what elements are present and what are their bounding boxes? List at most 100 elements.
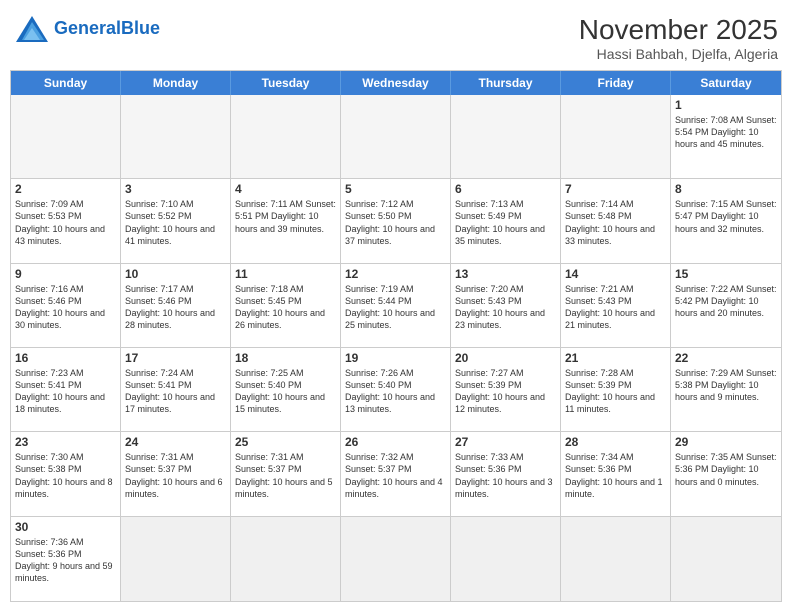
- logo-blue: Blue: [121, 18, 160, 38]
- day-cell-25: 25Sunrise: 7:31 AM Sunset: 5:37 PM Dayli…: [231, 432, 341, 515]
- day-cell-9: 9Sunrise: 7:16 AM Sunset: 5:46 PM Daylig…: [11, 264, 121, 347]
- day-number: 29: [675, 435, 777, 449]
- day-info: Sunrise: 7:15 AM Sunset: 5:47 PM Dayligh…: [675, 198, 777, 234]
- day-info: Sunrise: 7:31 AM Sunset: 5:37 PM Dayligh…: [235, 451, 336, 500]
- day-info: Sunrise: 7:13 AM Sunset: 5:49 PM Dayligh…: [455, 198, 556, 247]
- day-cell-empty: [121, 517, 231, 601]
- day-info: Sunrise: 7:25 AM Sunset: 5:40 PM Dayligh…: [235, 367, 336, 416]
- day-header-tuesday: Tuesday: [231, 71, 341, 95]
- day-cell-empty: [11, 95, 121, 178]
- day-info: Sunrise: 7:28 AM Sunset: 5:39 PM Dayligh…: [565, 367, 666, 416]
- day-info: Sunrise: 7:30 AM Sunset: 5:38 PM Dayligh…: [15, 451, 116, 500]
- day-info: Sunrise: 7:12 AM Sunset: 5:50 PM Dayligh…: [345, 198, 446, 247]
- day-number: 1: [675, 98, 777, 112]
- day-info: Sunrise: 7:20 AM Sunset: 5:43 PM Dayligh…: [455, 283, 556, 332]
- day-info: Sunrise: 7:32 AM Sunset: 5:37 PM Dayligh…: [345, 451, 446, 500]
- day-number: 17: [125, 351, 226, 365]
- day-info: Sunrise: 7:36 AM Sunset: 5:36 PM Dayligh…: [15, 536, 116, 585]
- day-info: Sunrise: 7:34 AM Sunset: 5:36 PM Dayligh…: [565, 451, 666, 500]
- day-info: Sunrise: 7:24 AM Sunset: 5:41 PM Dayligh…: [125, 367, 226, 416]
- day-number: 13: [455, 267, 556, 281]
- day-cell-empty: [121, 95, 231, 178]
- day-cell-19: 19 Sunrise: 7:26 AM Sunset: 5:40 PM Dayli…: [341, 348, 451, 431]
- month-title: November 2025: [579, 14, 778, 46]
- day-info: Sunrise: 7:11 AM Sunset: 5:51 PM Dayligh…: [235, 198, 336, 234]
- day-cell-empty: [341, 95, 451, 178]
- header: GeneralBlue November 2025 Hassi Bahbah, …: [10, 10, 782, 62]
- day-info: Sunrise: 7:08 AM Sunset: 5:54 PM Dayligh…: [675, 114, 777, 150]
- day-cell-28: 28 Sunrise: 7:34 AM Sunset: 5:36 PM Dayli…: [561, 432, 671, 515]
- day-header-wednesday: Wednesday: [341, 71, 451, 95]
- day-cell-empty: [671, 517, 781, 601]
- day-cell-8: 8Sunrise: 7:15 AM Sunset: 5:47 PM Daylig…: [671, 179, 781, 262]
- day-number: 21: [565, 351, 666, 365]
- week-row-5: 23 Sunrise: 7:30 AM Sunset: 5:38 PM Dayli…: [11, 432, 781, 516]
- day-number: 6: [455, 182, 556, 196]
- day-cell-30: 30 Sunrise: 7:36 AM Sunset: 5:36 PM Dayli…: [11, 517, 121, 601]
- week-row-3: 9Sunrise: 7:16 AM Sunset: 5:46 PM Daylig…: [11, 264, 781, 348]
- calendar-grid: 1 Sunrise: 7:08 AM Sunset: 5:54 PM Daylig…: [11, 95, 781, 601]
- day-info: Sunrise: 7:23 AM Sunset: 5:41 PM Dayligh…: [15, 367, 116, 416]
- week-row-2: 2Sunrise: 7:09 AM Sunset: 5:53 PM Daylig…: [11, 179, 781, 263]
- day-number: 30: [15, 520, 116, 534]
- day-cell-20: 20Sunrise: 7:27 AM Sunset: 5:39 PM Dayli…: [451, 348, 561, 431]
- day-cell-14: 14Sunrise: 7:21 AM Sunset: 5:43 PM Dayli…: [561, 264, 671, 347]
- day-number: 5: [345, 182, 446, 196]
- day-info: Sunrise: 7:17 AM Sunset: 5:46 PM Dayligh…: [125, 283, 226, 332]
- day-info: Sunrise: 7:21 AM Sunset: 5:43 PM Dayligh…: [565, 283, 666, 332]
- day-info: Sunrise: 7:22 AM Sunset: 5:42 PM Dayligh…: [675, 283, 777, 319]
- day-number: 20: [455, 351, 556, 365]
- day-cell-10: 10Sunrise: 7:17 AM Sunset: 5:46 PM Dayli…: [121, 264, 231, 347]
- day-cell-1: 1 Sunrise: 7:08 AM Sunset: 5:54 PM Daylig…: [671, 95, 781, 178]
- day-cell-6: 6 Sunrise: 7:13 AM Sunset: 5:49 PM Daylig…: [451, 179, 561, 262]
- day-cell-26: 26 Sunrise: 7:32 AM Sunset: 5:37 PM Dayli…: [341, 432, 451, 515]
- day-cell-11: 11Sunrise: 7:18 AM Sunset: 5:45 PM Dayli…: [231, 264, 341, 347]
- day-info: Sunrise: 7:10 AM Sunset: 5:52 PM Dayligh…: [125, 198, 226, 247]
- location: Hassi Bahbah, Djelfa, Algeria: [579, 46, 778, 62]
- day-cell-21: 21 Sunrise: 7:28 AM Sunset: 5:39 PM Dayli…: [561, 348, 671, 431]
- day-cell-empty: [231, 517, 341, 601]
- day-number: 16: [15, 351, 116, 365]
- day-headers: SundayMondayTuesdayWednesdayThursdayFrid…: [11, 71, 781, 95]
- day-info: Sunrise: 7:26 AM Sunset: 5:40 PM Dayligh…: [345, 367, 446, 416]
- day-header-friday: Friday: [561, 71, 671, 95]
- calendar: SundayMondayTuesdayWednesdayThursdayFrid…: [10, 70, 782, 602]
- day-number: 24: [125, 435, 226, 449]
- day-number: 19: [345, 351, 446, 365]
- day-number: 28: [565, 435, 666, 449]
- day-cell-empty: [231, 95, 341, 178]
- day-number: 15: [675, 267, 777, 281]
- day-cell-24: 24Sunrise: 7:31 AM Sunset: 5:37 PM Dayli…: [121, 432, 231, 515]
- week-row-6: 30 Sunrise: 7:36 AM Sunset: 5:36 PM Dayli…: [11, 517, 781, 601]
- day-cell-27: 27 Sunrise: 7:33 AM Sunset: 5:36 PM Dayli…: [451, 432, 561, 515]
- day-cell-7: 7 Sunrise: 7:14 AM Sunset: 5:48 PM Daylig…: [561, 179, 671, 262]
- week-row-4: 16 Sunrise: 7:23 AM Sunset: 5:41 PM Dayli…: [11, 348, 781, 432]
- day-cell-17: 17 Sunrise: 7:24 AM Sunset: 5:41 PM Dayli…: [121, 348, 231, 431]
- day-header-saturday: Saturday: [671, 71, 781, 95]
- day-number: 12: [345, 267, 446, 281]
- day-number: 23: [15, 435, 116, 449]
- logo-icon: [14, 14, 50, 44]
- day-info: Sunrise: 7:33 AM Sunset: 5:36 PM Dayligh…: [455, 451, 556, 500]
- day-cell-29: 29 Sunrise: 7:35 AM Sunset: 5:36 PM Dayli…: [671, 432, 781, 515]
- day-cell-3: 3Sunrise: 7:10 AM Sunset: 5:52 PM Daylig…: [121, 179, 231, 262]
- day-number: 22: [675, 351, 777, 365]
- day-number: 7: [565, 182, 666, 196]
- day-number: 27: [455, 435, 556, 449]
- day-info: Sunrise: 7:14 AM Sunset: 5:48 PM Dayligh…: [565, 198, 666, 247]
- logo-text: GeneralBlue: [54, 19, 160, 39]
- day-cell-5: 5 Sunrise: 7:12 AM Sunset: 5:50 PM Daylig…: [341, 179, 451, 262]
- day-header-sunday: Sunday: [11, 71, 121, 95]
- day-cell-empty: [561, 517, 671, 601]
- day-number: 26: [345, 435, 446, 449]
- day-cell-16: 16 Sunrise: 7:23 AM Sunset: 5:41 PM Dayli…: [11, 348, 121, 431]
- day-cell-empty: [561, 95, 671, 178]
- day-number: 11: [235, 267, 336, 281]
- day-cell-empty: [451, 95, 561, 178]
- week-row-1: 1 Sunrise: 7:08 AM Sunset: 5:54 PM Daylig…: [11, 95, 781, 179]
- day-cell-13: 13 Sunrise: 7:20 AM Sunset: 5:43 PM Dayli…: [451, 264, 561, 347]
- day-cell-15: 15 Sunrise: 7:22 AM Sunset: 5:42 PM Dayli…: [671, 264, 781, 347]
- day-info: Sunrise: 7:35 AM Sunset: 5:36 PM Dayligh…: [675, 451, 777, 487]
- day-info: Sunrise: 7:29 AM Sunset: 5:38 PM Dayligh…: [675, 367, 777, 403]
- day-cell-12: 12Sunrise: 7:19 AM Sunset: 5:44 PM Dayli…: [341, 264, 451, 347]
